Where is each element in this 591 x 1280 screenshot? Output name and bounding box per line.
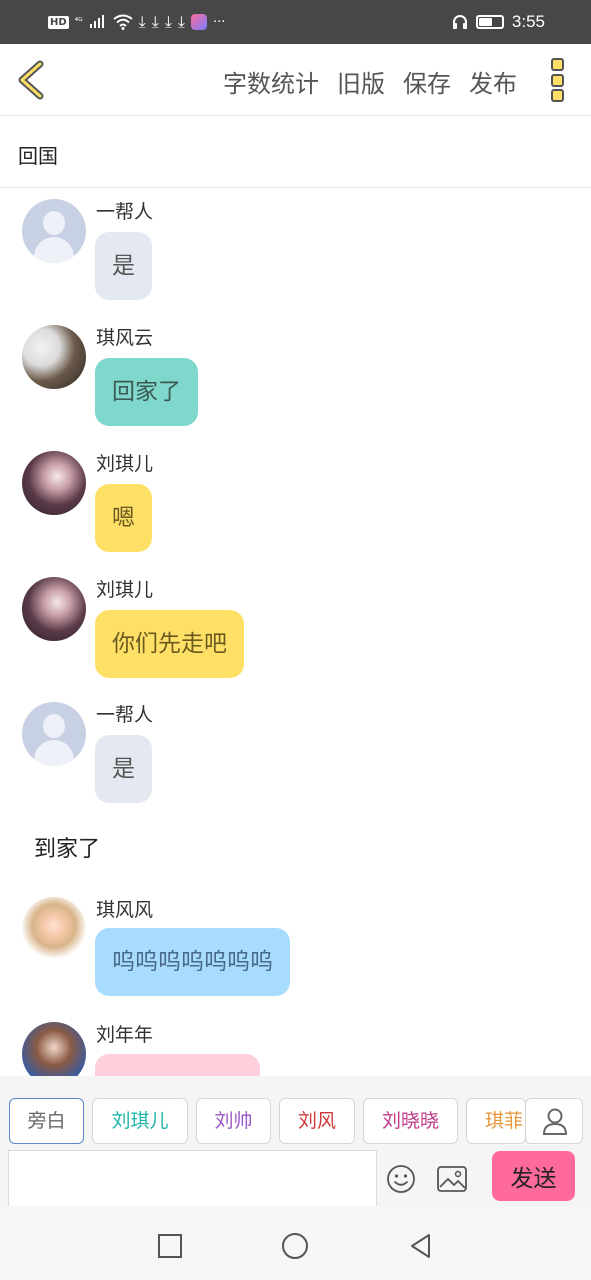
story-title-row[interactable]: 回国 (0, 116, 591, 188)
message-bubble[interactable] (95, 1054, 260, 1076)
speaker-name: 刘琪儿 (96, 579, 154, 601)
headphones-icon (452, 15, 467, 29)
image-icon[interactable] (436, 1165, 468, 1193)
more-vertical-icon[interactable] (551, 58, 565, 102)
battery-icon (475, 15, 504, 29)
story-title: 回国 (18, 144, 58, 168)
speaker-name: 刘年年 (96, 1024, 154, 1046)
man-photo-avatar[interactable] (22, 325, 86, 389)
role-chip[interactable]: 刘晓晓 (363, 1098, 458, 1144)
hd-indicator: HD (48, 15, 69, 29)
message-bubble[interactable]: 呜呜呜呜呜呜呜 (95, 928, 290, 996)
status-left: HD ⁴ᴳ ⤓ ⤓ ⤓ ⤓ ··· (48, 12, 225, 32)
back-chevron-icon[interactable] (14, 60, 50, 100)
emoji-icon[interactable] (386, 1164, 416, 1194)
message-bubble[interactable]: 回家了 (95, 358, 198, 426)
send-button[interactable]: 发送 (492, 1151, 575, 1201)
speaker-name: 刘琪儿 (96, 453, 154, 475)
publish-button[interactable]: 发布 (469, 64, 517, 99)
woman-photo-avatar[interactable] (22, 451, 86, 515)
baby-photo-avatar[interactable] (22, 897, 86, 961)
nav-circle-icon[interactable] (281, 1232, 309, 1260)
message-bubble[interactable]: 嗯 (95, 484, 152, 552)
character-manager-button[interactable] (525, 1098, 583, 1144)
default-avatar[interactable] (22, 702, 86, 766)
nav-square-icon[interactable] (156, 1232, 184, 1260)
narration-text[interactable]: 到家了 (34, 831, 100, 863)
download-icon: ⤓ (164, 12, 172, 31)
role-selector-bar: 旁白 刘琪儿 刘帅 刘风 刘晓晓 琪菲 (0, 1076, 591, 1148)
speaker-name: 琪风云 (96, 327, 154, 349)
role-chip[interactable]: 刘琪儿 (92, 1098, 188, 1144)
more-notifications-icon: ··· (212, 14, 226, 30)
woman-photo-avatar[interactable] (22, 577, 86, 641)
wifi-icon (113, 14, 133, 30)
speaker-name: 一帮人 (96, 201, 154, 223)
word-count-button[interactable]: 字数统计 (223, 64, 319, 99)
status-right: 3:55 (452, 12, 545, 32)
download-icon: ⤓ (177, 12, 185, 31)
message-bubble[interactable]: 是 (95, 232, 152, 300)
app-notification-icon (190, 14, 207, 30)
old-version-button[interactable]: 旧版 (337, 64, 385, 99)
role-chip-narrator[interactable]: 旁白 (9, 1098, 84, 1144)
role-chip[interactable]: 刘帅 (196, 1098, 271, 1144)
role-chip[interactable]: 刘风 (279, 1098, 355, 1144)
input-row: 发送 (0, 1148, 591, 1208)
download-icon: ⤓ (151, 12, 159, 31)
girl-photo-avatar[interactable] (22, 1022, 86, 1076)
message-bubble[interactable]: 你们先走吧 (95, 610, 244, 678)
save-button[interactable]: 保存 (403, 64, 451, 99)
speaker-name: 一帮人 (96, 704, 154, 726)
role-chip[interactable]: 琪菲 (466, 1098, 526, 1144)
cell-signal-icon (89, 15, 104, 28)
default-avatar[interactable] (22, 199, 86, 263)
user-icon (542, 1108, 568, 1135)
clock: 3:55 (511, 12, 545, 31)
chat-area[interactable]: 一帮人 是 琪风云 回家了 刘琪儿 嗯 刘琪儿 你们先走吧 一帮人 是 到家了 … (0, 189, 591, 1076)
speaker-name: 琪风风 (96, 899, 154, 921)
signal-icon: ⁴ᴳ (74, 17, 83, 27)
message-bubble[interactable]: 是 (95, 735, 152, 803)
top-toolbar: 字数统计 旧版 保存 发布 (0, 44, 591, 116)
download-icon: ⤓ (138, 12, 146, 31)
status-bar: HD ⁴ᴳ ⤓ ⤓ ⤓ ⤓ ··· 3:55 (0, 0, 591, 44)
system-nav-bar (0, 1206, 591, 1280)
message-input[interactable] (8, 1150, 377, 1208)
top-actions: 字数统计 旧版 保存 发布 (223, 64, 517, 99)
nav-back-triangle-icon[interactable] (407, 1232, 435, 1260)
